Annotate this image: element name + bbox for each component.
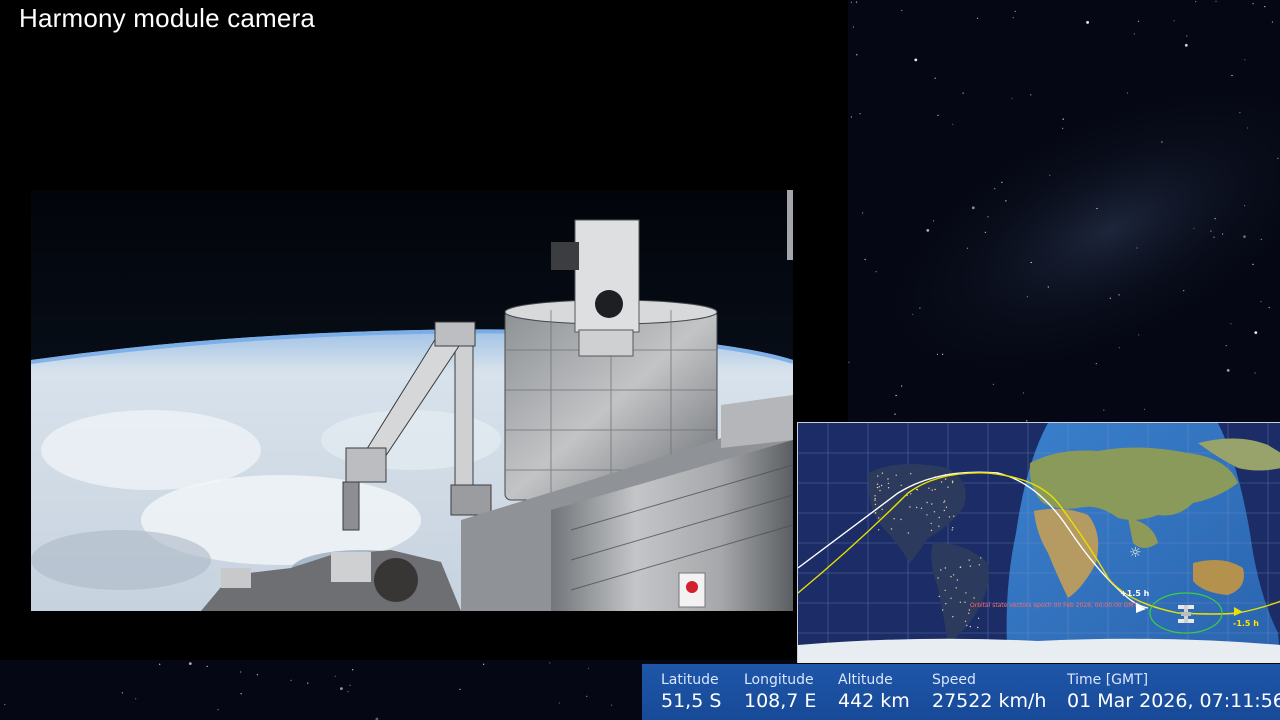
altitude-value: 442 km <box>838 690 910 712</box>
telemetry-bar: Latitude 51,5 S Longitude 108,7 E Altitu… <box>642 664 1280 720</box>
ground-track-map: Orbital state vectors epoch 00 Feb 2026,… <box>797 422 1280 663</box>
time-value: 01 Mar 2026, 07:11:56 <box>1067 690 1280 712</box>
iss-icon <box>1178 605 1194 623</box>
latitude-label: Latitude <box>661 672 719 688</box>
orbit-behind-marker: -1.5 h <box>1233 619 1259 628</box>
longitude-label: Longitude <box>744 672 814 688</box>
altitude-label: Altitude <box>838 672 893 688</box>
orbit-ahead-marker: +1.5 h <box>1120 589 1150 598</box>
sun-icon: ☼ <box>1129 545 1142 561</box>
speed-value: 27522 km/h <box>932 690 1047 712</box>
camera-feed <box>31 190 793 611</box>
orbit-epoch-note: Orbital state vectors epoch 00 Feb 2026,… <box>970 602 1138 609</box>
speed-label: Speed <box>932 672 976 688</box>
latitude-value: 51,5 S <box>661 690 722 712</box>
time-label: Time [GMT] <box>1067 672 1149 688</box>
longitude-value: 108,7 E <box>744 690 817 712</box>
page-title: Harmony module camera <box>19 3 316 33</box>
